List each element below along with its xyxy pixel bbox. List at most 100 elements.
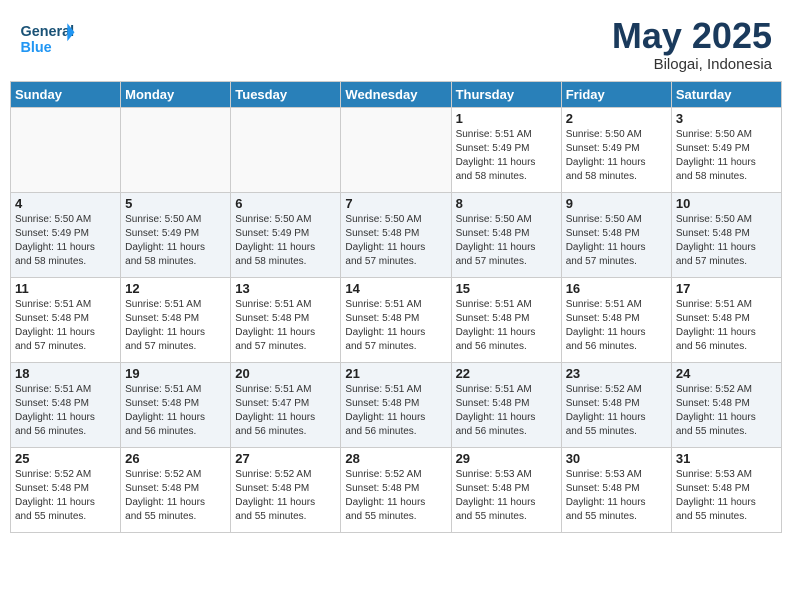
day-info: Sunrise: 5:51 AM Sunset: 5:48 PM Dayligh… — [235, 298, 336, 354]
calendar-cell: 16Sunrise: 5:51 AM Sunset: 5:48 PM Dayli… — [561, 277, 671, 362]
weekday-header-tuesday: Tuesday — [231, 81, 341, 107]
day-number: 24 — [676, 366, 777, 381]
location: Bilogai, Indonesia — [612, 56, 772, 73]
calendar-cell: 8 Sunrise: 5:50 AM Sunset: 5:48 PM Daylig… — [451, 192, 561, 277]
day-info: Sunrise: 5:51 AM Sunset: 5:49 PM Dayligh… — [456, 128, 557, 184]
calendar-cell — [341, 107, 451, 192]
day-number: 1 — [456, 111, 557, 126]
calendar-cell: 24Sunrise: 5:52 AM Sunset: 5:48 PM Dayli… — [671, 362, 781, 447]
calendar-cell: 13Sunrise: 5:51 AM Sunset: 5:48 PM Dayli… — [231, 277, 341, 362]
logo-svg: General Blue — [20, 16, 75, 61]
calendar-cell — [231, 107, 341, 192]
weekday-header-friday: Friday — [561, 81, 671, 107]
day-number: 29 — [456, 451, 557, 466]
day-number: 6 — [235, 196, 336, 211]
day-number: 12 — [125, 281, 226, 296]
calendar-cell: 7 Sunrise: 5:50 AM Sunset: 5:48 PM Daylig… — [341, 192, 451, 277]
calendar-week-row-3: 11 Sunrise: 5:51 AM Sunset: 5:48 PM Dayli… — [11, 277, 782, 362]
calendar-cell: 18 Sunrise: 5:51 AM Sunset: 5:48 PM Dayli… — [11, 362, 121, 447]
day-number: 30 — [566, 451, 667, 466]
day-info: Sunrise: 5:50 AM Sunset: 5:48 PM Dayligh… — [456, 213, 557, 269]
day-info: Sunrise: 5:50 AM Sunset: 5:49 PM Dayligh… — [235, 213, 336, 269]
day-number: 11 — [15, 281, 116, 296]
weekday-header-saturday: Saturday — [671, 81, 781, 107]
weekday-header-wednesday: Wednesday — [341, 81, 451, 107]
weekday-header-sunday: Sunday — [11, 81, 121, 107]
month-title: May 2025 — [612, 16, 772, 56]
day-number: 25 — [15, 451, 116, 466]
day-info: Sunrise: 5:51 AM Sunset: 5:48 PM Dayligh… — [345, 383, 446, 439]
day-number: 28 — [345, 451, 446, 466]
day-number: 2 — [566, 111, 667, 126]
day-number: 16 — [566, 281, 667, 296]
day-info: Sunrise: 5:51 AM Sunset: 5:48 PM Dayligh… — [676, 298, 777, 354]
day-number: 10 — [676, 196, 777, 211]
day-info: Sunrise: 5:51 AM Sunset: 5:48 PM Dayligh… — [456, 383, 557, 439]
calendar-cell: 21Sunrise: 5:51 AM Sunset: 5:48 PM Dayli… — [341, 362, 451, 447]
day-info: Sunrise: 5:53 AM Sunset: 5:48 PM Dayligh… — [676, 468, 777, 524]
day-number: 27 — [235, 451, 336, 466]
day-number: 7 — [345, 196, 446, 211]
day-number: 19 — [125, 366, 226, 381]
day-info: Sunrise: 5:51 AM Sunset: 5:48 PM Dayligh… — [15, 298, 116, 354]
calendar-cell: 31 Sunrise: 5:53 AM Sunset: 5:48 PM Dayli… — [671, 447, 781, 532]
day-info: Sunrise: 5:52 AM Sunset: 5:48 PM Dayligh… — [125, 468, 226, 524]
calendar-cell: 5Sunrise: 5:50 AM Sunset: 5:49 PM Daylig… — [121, 192, 231, 277]
day-info: Sunrise: 5:51 AM Sunset: 5:48 PM Dayligh… — [456, 298, 557, 354]
logo: General Blue — [20, 16, 75, 61]
calendar-cell: 12Sunrise: 5:51 AM Sunset: 5:48 PM Dayli… — [121, 277, 231, 362]
calendar-cell: 6 Sunrise: 5:50 AM Sunset: 5:49 PM Daylig… — [231, 192, 341, 277]
day-info: Sunrise: 5:53 AM Sunset: 5:48 PM Dayligh… — [456, 468, 557, 524]
day-number: 3 — [676, 111, 777, 126]
calendar-cell: 19 Sunrise: 5:51 AM Sunset: 5:48 PM Dayli… — [121, 362, 231, 447]
day-number: 5 — [125, 196, 226, 211]
calendar-cell: 17Sunrise: 5:51 AM Sunset: 5:48 PM Dayli… — [671, 277, 781, 362]
calendar-week-row-4: 18 Sunrise: 5:51 AM Sunset: 5:48 PM Dayli… — [11, 362, 782, 447]
day-number: 9 — [566, 196, 667, 211]
calendar-cell: 25 Sunrise: 5:52 AM Sunset: 5:48 PM Dayli… — [11, 447, 121, 532]
day-info: Sunrise: 5:50 AM Sunset: 5:48 PM Dayligh… — [566, 213, 667, 269]
day-number: 22 — [456, 366, 557, 381]
calendar-cell: 30 Sunrise: 5:53 AM Sunset: 5:48 PM Dayli… — [561, 447, 671, 532]
day-number: 23 — [566, 366, 667, 381]
day-number: 31 — [676, 451, 777, 466]
day-info: Sunrise: 5:53 AM Sunset: 5:48 PM Dayligh… — [566, 468, 667, 524]
day-number: 4 — [15, 196, 116, 211]
calendar-cell: 29 Sunrise: 5:53 AM Sunset: 5:48 PM Dayli… — [451, 447, 561, 532]
calendar-cell: 2 Sunrise: 5:50 AM Sunset: 5:49 PM Daylig… — [561, 107, 671, 192]
header: General Blue May 2025 Bilogai, Indonesia — [0, 0, 792, 81]
calendar-week-row-5: 25 Sunrise: 5:52 AM Sunset: 5:48 PM Dayli… — [11, 447, 782, 532]
svg-text:Blue: Blue — [21, 40, 52, 56]
calendar-cell: 3 Sunrise: 5:50 AM Sunset: 5:49 PM Daylig… — [671, 107, 781, 192]
weekday-header-monday: Monday — [121, 81, 231, 107]
page: General Blue May 2025 Bilogai, Indonesia… — [0, 0, 792, 612]
calendar-cell: 4 Sunrise: 5:50 AM Sunset: 5:49 PM Daylig… — [11, 192, 121, 277]
day-info: Sunrise: 5:51 AM Sunset: 5:48 PM Dayligh… — [345, 298, 446, 354]
calendar-cell: 27Sunrise: 5:52 AM Sunset: 5:48 PM Dayli… — [231, 447, 341, 532]
calendar-cell: 23 Sunrise: 5:52 AM Sunset: 5:48 PM Dayli… — [561, 362, 671, 447]
day-info: Sunrise: 5:52 AM Sunset: 5:48 PM Dayligh… — [15, 468, 116, 524]
svg-text:General: General — [21, 24, 75, 40]
day-info: Sunrise: 5:50 AM Sunset: 5:49 PM Dayligh… — [676, 128, 777, 184]
day-info: Sunrise: 5:50 AM Sunset: 5:48 PM Dayligh… — [345, 213, 446, 269]
day-info: Sunrise: 5:51 AM Sunset: 5:48 PM Dayligh… — [125, 383, 226, 439]
day-number: 8 — [456, 196, 557, 211]
day-info: Sunrise: 5:50 AM Sunset: 5:49 PM Dayligh… — [566, 128, 667, 184]
day-info: Sunrise: 5:52 AM Sunset: 5:48 PM Dayligh… — [566, 383, 667, 439]
weekday-header-thursday: Thursday — [451, 81, 561, 107]
weekday-header-row: SundayMondayTuesdayWednesdayThursdayFrid… — [11, 81, 782, 107]
day-info: Sunrise: 5:51 AM Sunset: 5:48 PM Dayligh… — [15, 383, 116, 439]
day-info: Sunrise: 5:51 AM Sunset: 5:47 PM Dayligh… — [235, 383, 336, 439]
calendar-cell: 14Sunrise: 5:51 AM Sunset: 5:48 PM Dayli… — [341, 277, 451, 362]
calendar-cell: 11 Sunrise: 5:51 AM Sunset: 5:48 PM Dayli… — [11, 277, 121, 362]
title-block: May 2025 Bilogai, Indonesia — [612, 16, 772, 73]
day-number: 15 — [456, 281, 557, 296]
day-number: 18 — [15, 366, 116, 381]
calendar-cell — [121, 107, 231, 192]
calendar-cell: 26Sunrise: 5:52 AM Sunset: 5:48 PM Dayli… — [121, 447, 231, 532]
day-info: Sunrise: 5:50 AM Sunset: 5:48 PM Dayligh… — [676, 213, 777, 269]
calendar-cell: 28Sunrise: 5:52 AM Sunset: 5:48 PM Dayli… — [341, 447, 451, 532]
day-info: Sunrise: 5:50 AM Sunset: 5:49 PM Dayligh… — [15, 213, 116, 269]
calendar-cell — [11, 107, 121, 192]
calendar-cell: 15 Sunrise: 5:51 AM Sunset: 5:48 PM Dayli… — [451, 277, 561, 362]
